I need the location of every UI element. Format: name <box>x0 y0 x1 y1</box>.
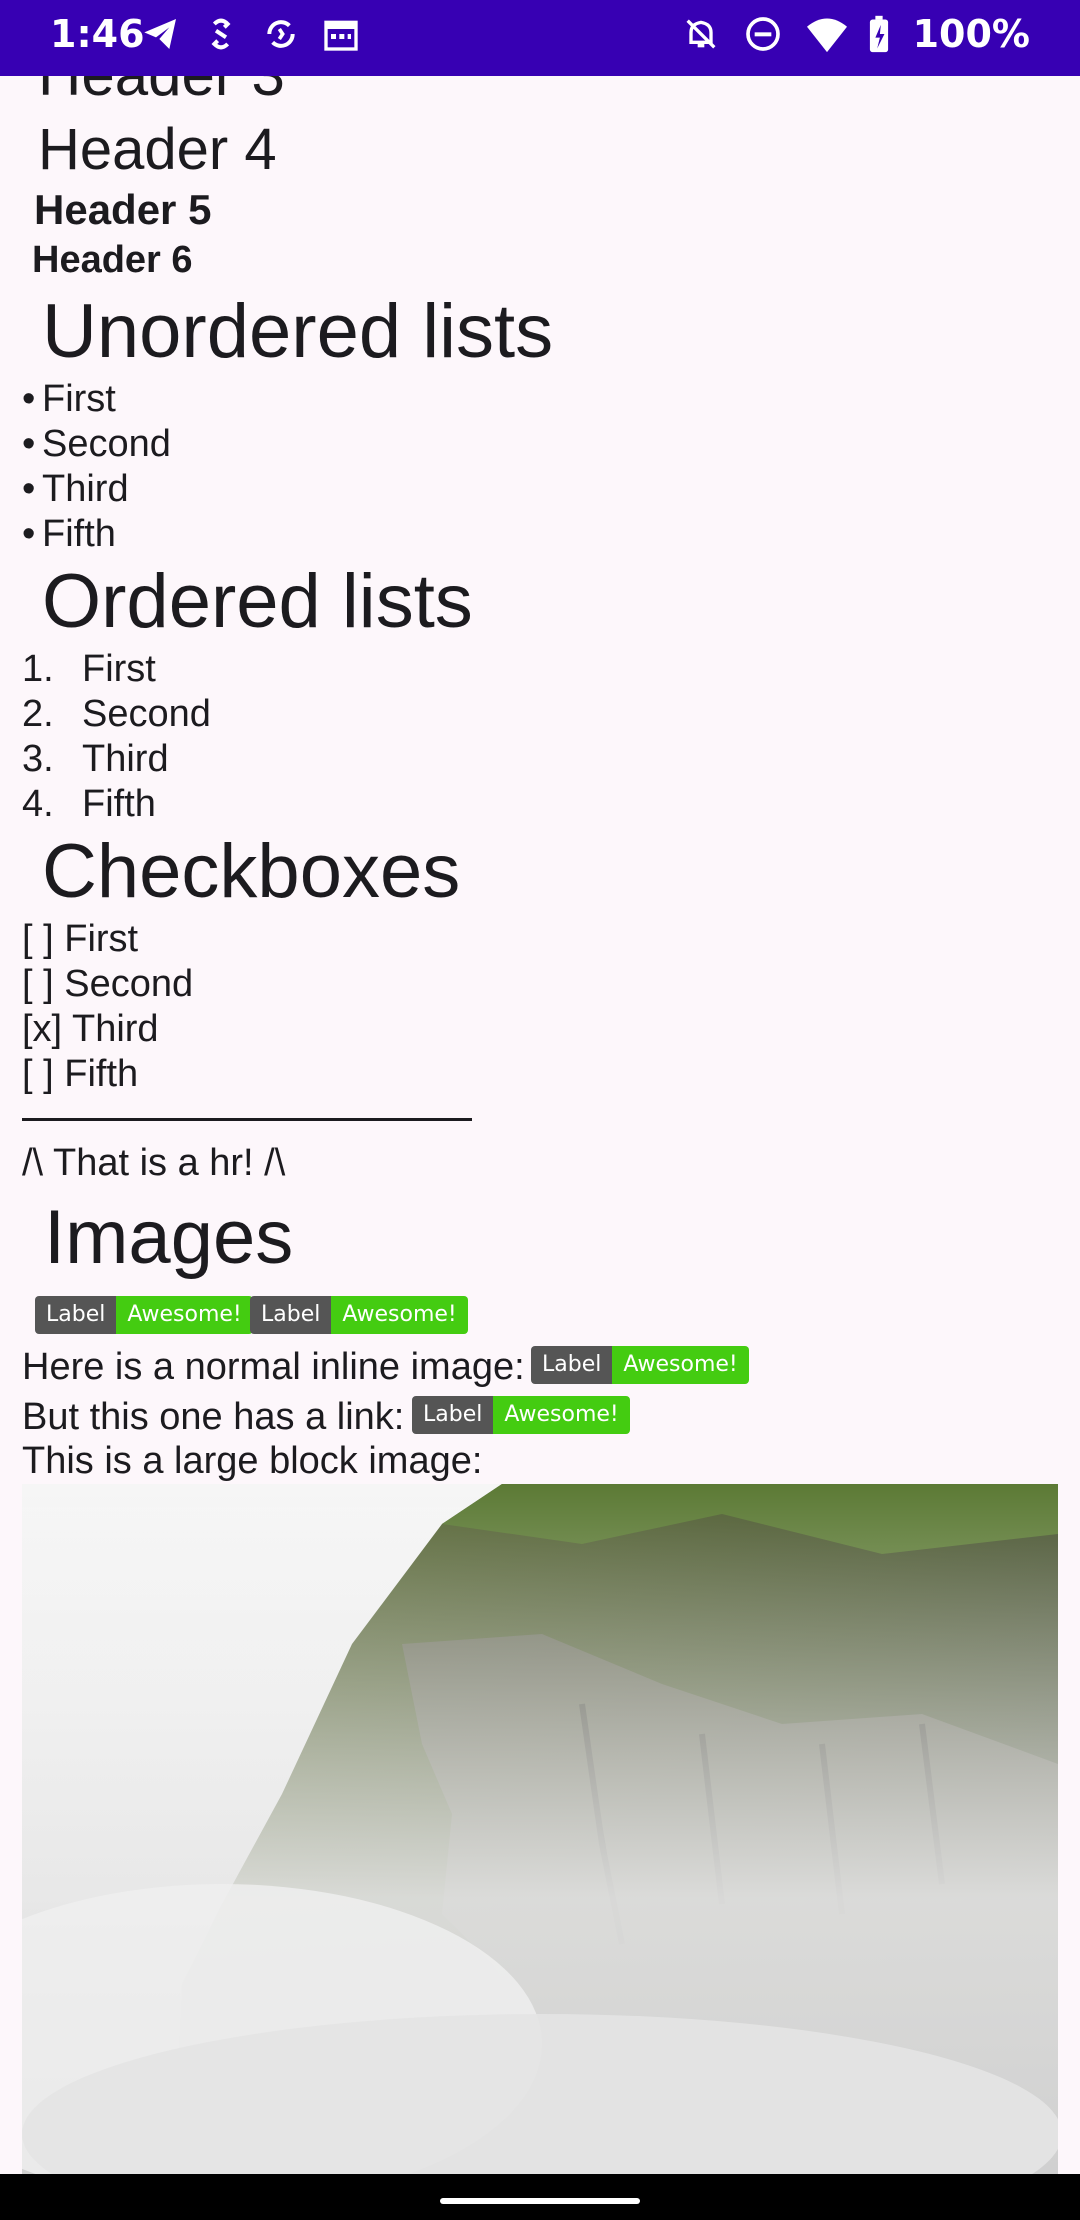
home-gesture-handle[interactable] <box>440 2198 640 2204</box>
navigation-bar <box>0 2174 1080 2220</box>
list-item: • Second <box>22 423 171 465</box>
calendar-icon <box>318 14 364 60</box>
status-left-icons <box>138 14 364 60</box>
list-item: • First <box>22 378 116 420</box>
checkboxes-heading: Checkboxes <box>42 829 461 914</box>
status-bar: 1:46 100% <box>0 0 1080 76</box>
status-right-icons: 100% <box>681 12 1030 56</box>
wifi-icon <box>805 14 847 54</box>
sync-icon <box>198 14 244 60</box>
header-5: Header 5 <box>34 186 212 233</box>
list-item: 4. Fifth <box>22 783 156 825</box>
checkbox-item: [ ] First <box>22 918 139 960</box>
inline-image-text: Here is a normal inline image: <box>22 1346 525 1388</box>
status-time: 1:46 <box>50 12 145 56</box>
horizontal-rule <box>22 1118 472 1121</box>
header-6: Header 6 <box>32 239 193 281</box>
sync-alt-icon <box>258 14 304 60</box>
linked-badge-image[interactable]: Label Awesome! <box>412 1396 630 1434</box>
notifications-off-icon <box>681 14 721 54</box>
ordered-lists-heading: Ordered lists <box>42 559 473 644</box>
badge-image: Label Awesome! <box>250 1296 468 1334</box>
hr-caption: /\ That is a hr! /\ <box>22 1142 286 1184</box>
list-item: 3. Third <box>22 738 169 780</box>
list-item: • Third <box>22 468 129 510</box>
battery-percentage: 100% <box>912 12 1030 56</box>
badge-image: Label Awesome! <box>35 1296 253 1334</box>
unordered-lists-heading: Unordered lists <box>42 289 554 374</box>
block-image-text: This is a large block image: <box>22 1440 483 1482</box>
markdown-content[interactable]: Header 3 Header 4 Header 5 Header 6 Unor… <box>0 76 1080 2174</box>
images-heading: Images <box>44 1195 294 1280</box>
checkbox-item: [ ] Second <box>22 963 194 1005</box>
inline-badge-image: Label Awesome! <box>531 1346 749 1384</box>
list-item: 2. Second <box>22 693 211 735</box>
do-not-disturb-icon <box>743 14 783 54</box>
link-image-text: But this one has a link: <box>22 1396 405 1438</box>
list-item: • Fifth <box>22 513 116 555</box>
list-item: 1. First <box>22 648 156 690</box>
checkbox-item: [x] Third <box>22 1008 159 1050</box>
telegram-icon <box>138 14 184 60</box>
header-3: Header 3 <box>38 76 285 109</box>
battery-charging-icon <box>867 14 891 54</box>
checkbox-item: [ ] Fifth <box>22 1053 139 1095</box>
mountain-fog-image <box>22 1484 1058 2174</box>
header-4: Header 4 <box>38 117 277 182</box>
